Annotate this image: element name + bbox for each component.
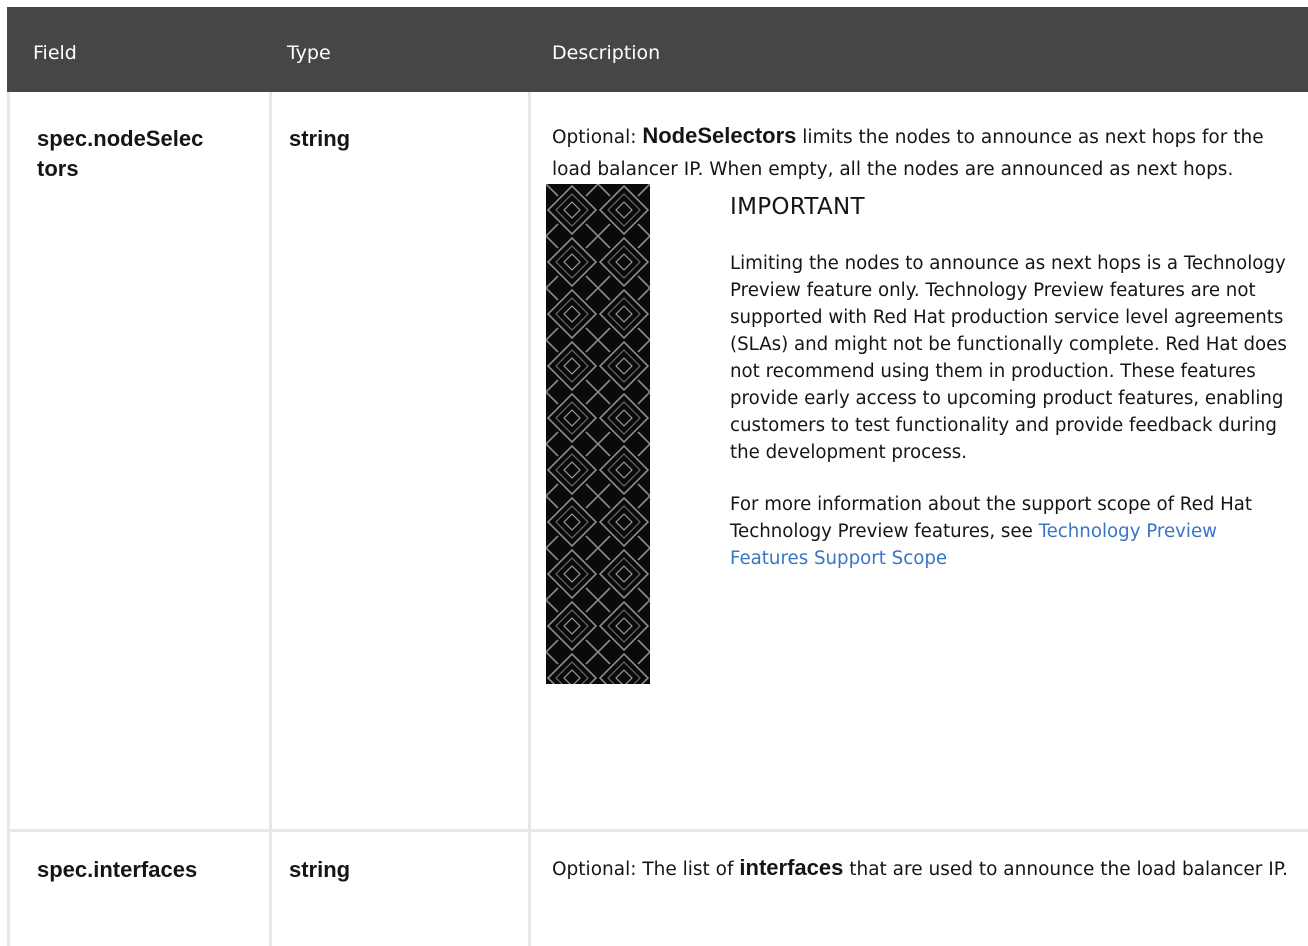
field-type: string <box>289 126 351 151</box>
column-divider <box>269 92 272 946</box>
admonition-paragraph: For more information about the support s… <box>730 491 1290 572</box>
documentation-page: Field Type Description spec.nodeSelec to… <box>0 0 1308 946</box>
description-term: interfaces <box>739 855 844 880</box>
description-text: that are used to announce the load balan… <box>843 859 1288 880</box>
column-divider <box>528 92 531 946</box>
column-divider <box>7 92 10 946</box>
field-name-line2: tors <box>37 156 79 181</box>
row-divider <box>7 829 1308 832</box>
admonition-body: Limiting the nodes to announce as next h… <box>730 250 1290 597</box>
field-type: string <box>289 857 351 882</box>
description-prefix: Optional: <box>552 127 643 148</box>
field-name-line1: spec.nodeSelec <box>37 126 204 151</box>
description-prefix: Optional: The list of <box>552 859 740 880</box>
field-description: Optional: The list of interfaces that ar… <box>552 852 1292 886</box>
column-header-description: Description <box>552 42 661 64</box>
important-admonition-icon <box>546 184 650 684</box>
field-description: Optional: NodeSelectors limits the nodes… <box>552 120 1292 186</box>
column-header-field: Field <box>33 42 77 64</box>
field-name: spec.nodeSelec tors <box>37 124 257 184</box>
description-term: NodeSelectors <box>642 123 797 148</box>
table-header: Field Type Description <box>7 7 1308 92</box>
admonition-title: IMPORTANT <box>730 194 865 220</box>
field-name: spec.interfaces <box>37 857 198 882</box>
column-header-type: Type <box>287 42 331 64</box>
admonition-paragraph: Limiting the nodes to announce as next h… <box>730 253 1287 463</box>
